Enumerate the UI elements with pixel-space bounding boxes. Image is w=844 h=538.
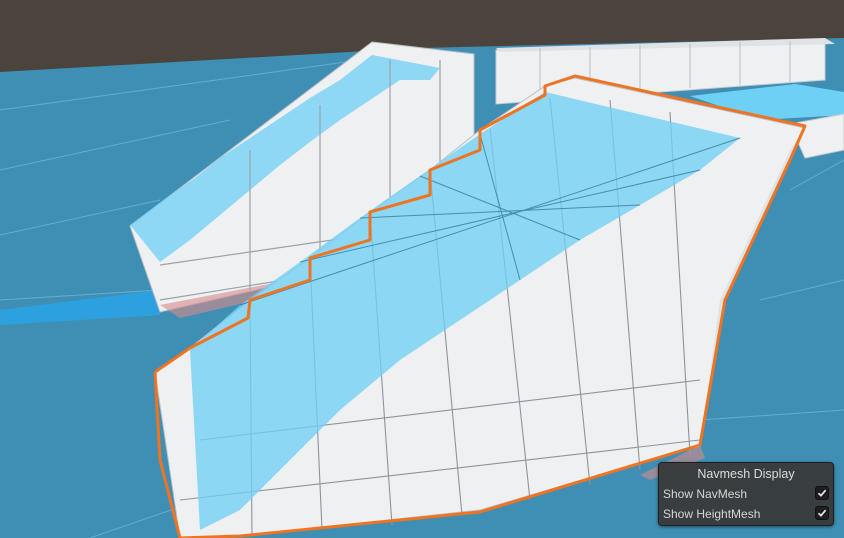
checkmark-icon (817, 509, 827, 517)
checkmark-icon (817, 489, 827, 497)
show-navmesh-label: Show NavMesh (663, 487, 748, 501)
show-heightmesh-checkbox[interactable] (815, 506, 829, 520)
show-navmesh-checkbox[interactable] (815, 486, 829, 500)
show-heightmesh-label: Show HeightMesh (663, 507, 761, 521)
panel-title: Navmesh Display (697, 467, 795, 481)
show-navmesh-row[interactable]: Show NavMesh (663, 485, 829, 503)
show-heightmesh-row[interactable]: Show HeightMesh (663, 505, 829, 523)
navmesh-display-panel: Navmesh Display Show NavMesh Show Height… (658, 462, 834, 526)
scene-viewport[interactable] (0, 0, 844, 538)
